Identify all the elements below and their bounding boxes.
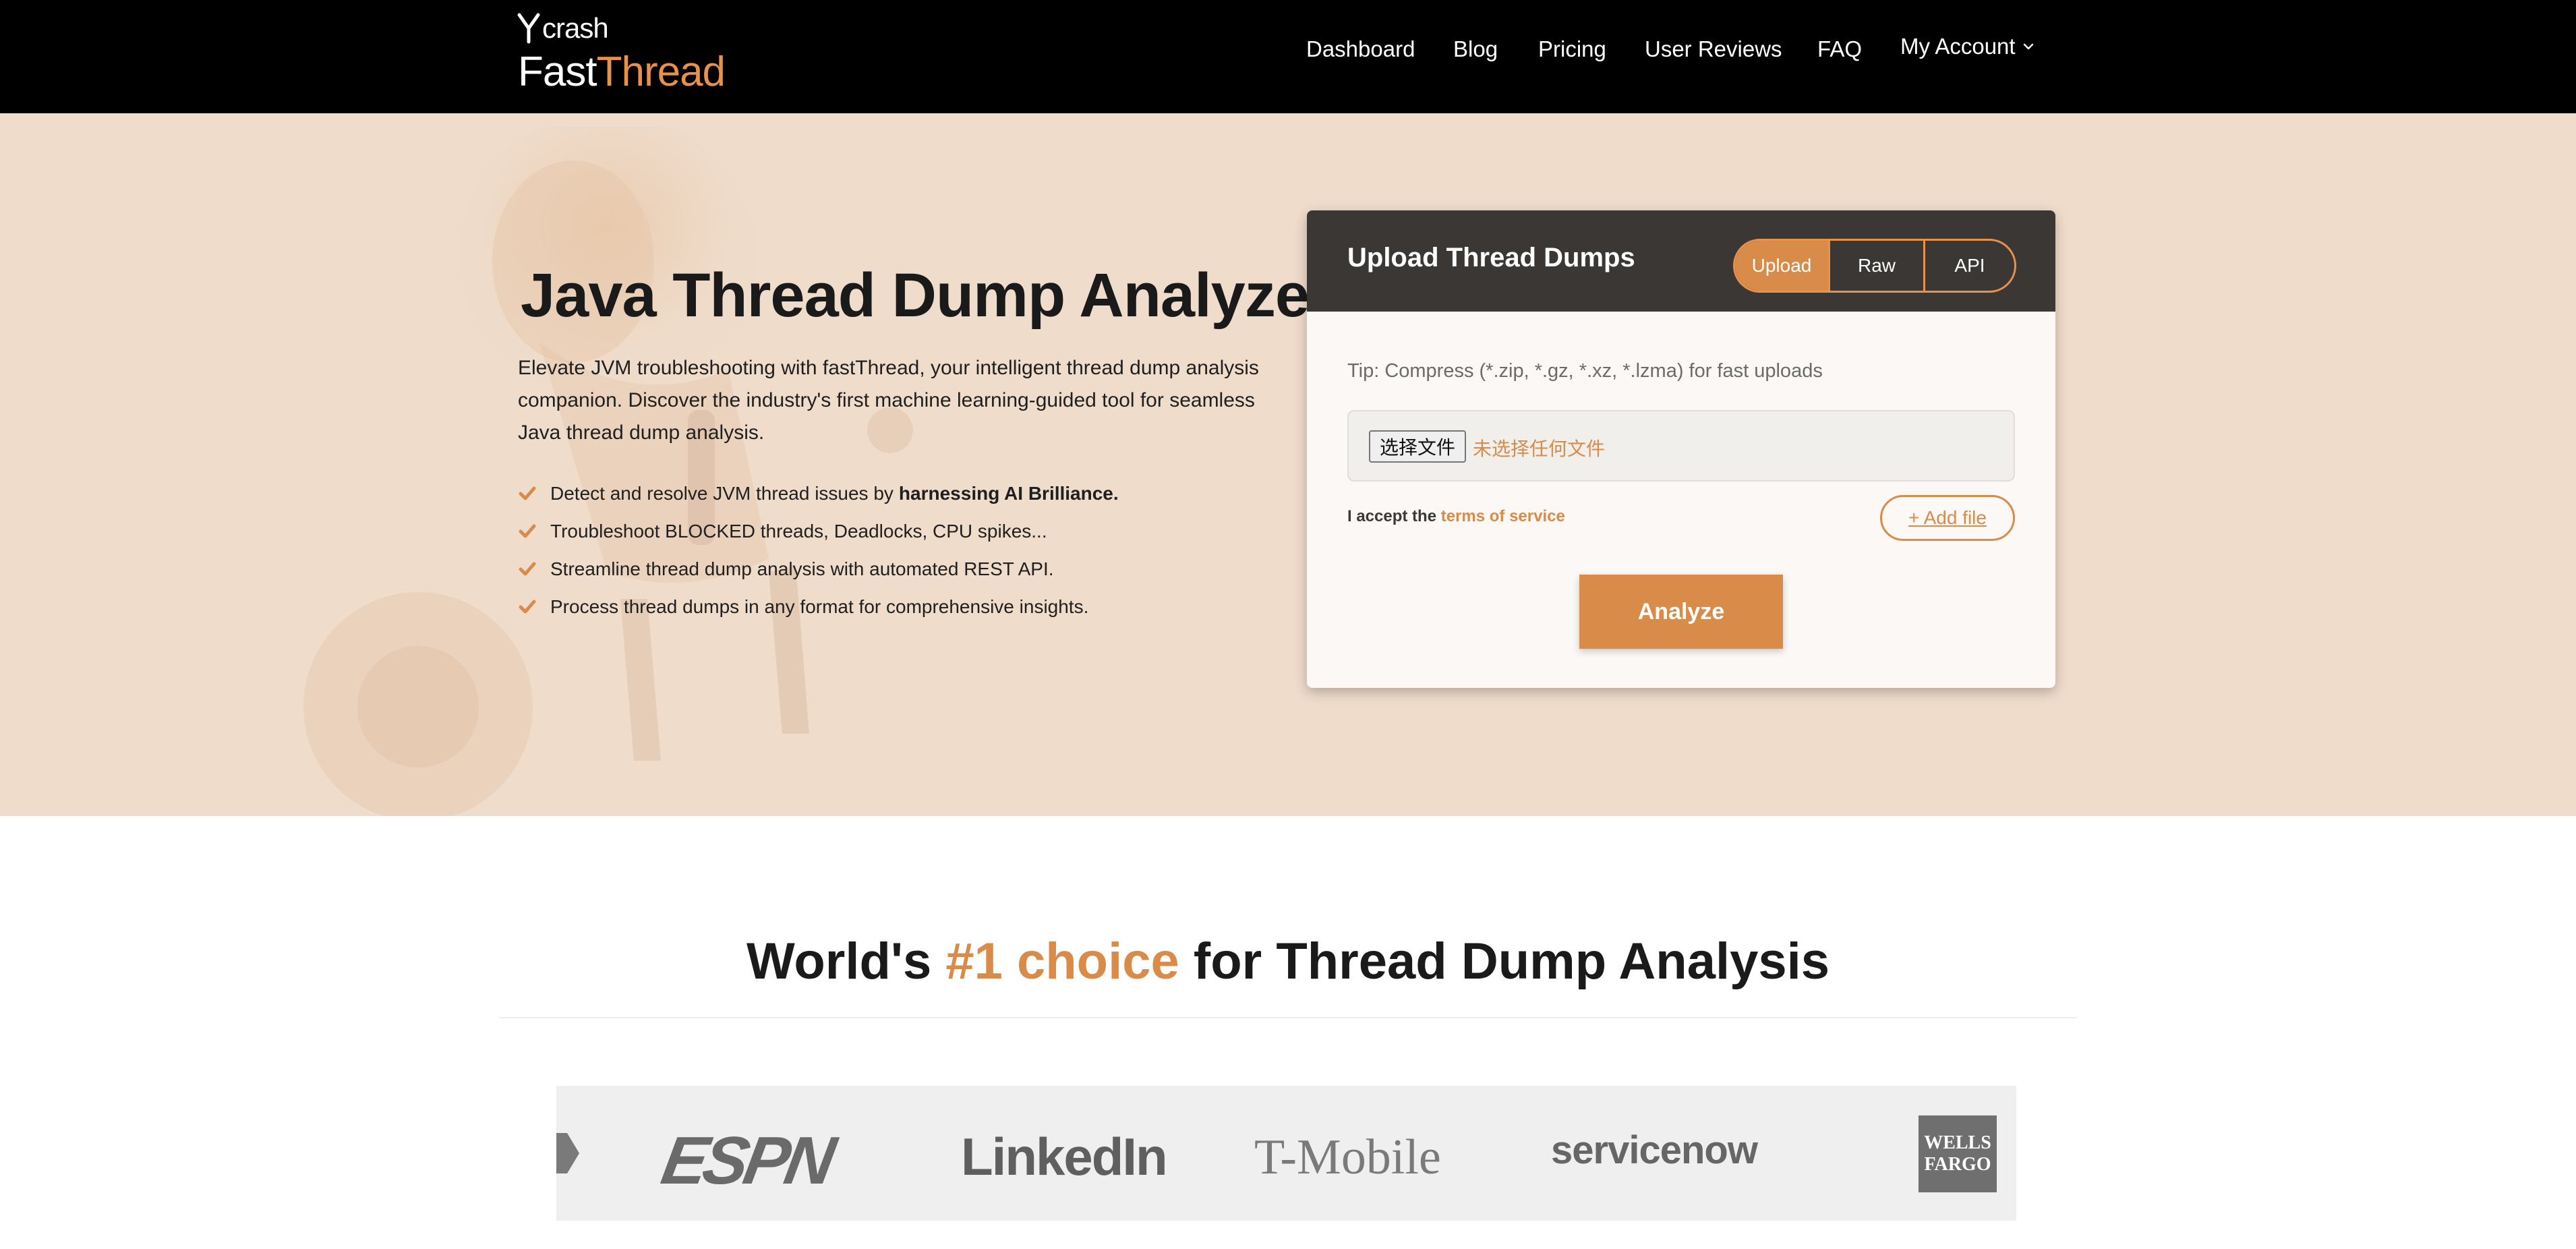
my-account-label: My Account <box>1900 34 2016 59</box>
nav-user-reviews[interactable]: User Reviews <box>1645 32 1782 66</box>
no-file-chosen-text: 未选择任何文件 <box>1473 438 1606 460</box>
hero-section: Java Thread Dump Analyzer Elevate JVM tr… <box>0 113 2576 816</box>
customer-logo-carousel: ESPN LinkedIn T-Mobile servicenow WELLS … <box>556 1086 2016 1221</box>
main-nav: Dashboard Blog Pricing User Reviews FAQ … <box>0 32 2576 66</box>
upload-card-header: Upload Thread Dumps Upload Raw API <box>1307 210 2055 312</box>
page-title: Java Thread Dump Analyzer <box>521 261 1333 330</box>
servicenow-logo: servicenow <box>1551 1128 1758 1172</box>
checkmark-icon <box>519 600 536 614</box>
feature-text: Troubleshoot BLOCKED threads, Deadlocks,… <box>550 521 1047 542</box>
partial-logo-mark <box>556 1133 579 1173</box>
nav-faq[interactable]: FAQ <box>1817 32 1862 66</box>
upload-card-title: Upload Thread Dumps <box>1347 243 1635 272</box>
feature-text: Streamline thread dump analysis with aut… <box>550 558 1054 579</box>
add-file-button[interactable]: + Add file <box>1880 495 2015 541</box>
checkmark-icon <box>519 486 536 500</box>
nav-pricing[interactable]: Pricing <box>1538 32 1606 66</box>
section-title-prefix: World's <box>746 933 932 990</box>
section-title-suffix: for Thread Dump Analysis <box>1193 933 1830 990</box>
linkedin-logo: LinkedIn <box>961 1127 1168 1186</box>
feature-text: Detect and resolve JVM thread issues by <box>550 483 894 504</box>
feature-text: Process thread dumps in any format for c… <box>550 596 1089 617</box>
t-mobile-logo: T-Mobile <box>1254 1130 1441 1185</box>
terms-prefix: I accept the <box>1347 507 1437 525</box>
tab-api[interactable]: API <box>1925 241 2014 291</box>
hero-description: Elevate JVM troubleshooting with fastThr… <box>518 357 1259 444</box>
chevron-down-icon <box>2023 43 2033 50</box>
top-navbar: crash FastThread Dashboard Blog Pricing … <box>0 0 2576 113</box>
feature-item: Troubleshoot BLOCKED threads, Deadlocks,… <box>518 513 1280 550</box>
feature-list: Detect and resolve JVM thread issues by … <box>518 475 1280 626</box>
feature-highlight: harnessing AI Brilliance. <box>898 483 1119 504</box>
upload-card: Upload Thread Dumps Upload Raw API Tip: … <box>1307 210 2055 688</box>
tab-raw[interactable]: Raw <box>1828 241 1925 291</box>
choose-file-button[interactable]: 选择文件 <box>1369 430 1466 463</box>
section-divider <box>499 1017 2077 1018</box>
wells-fargo-logo: WELLS FARGO <box>1919 1115 1997 1192</box>
terms-acceptance: I accept the terms of service <box>1347 507 1565 526</box>
terms-of-service-link[interactable]: terms of service <box>1441 507 1565 525</box>
checkmark-icon <box>519 562 536 576</box>
upload-tip: Tip: Compress (*.zip, *.gz, *.xz, *.lzma… <box>1347 360 1823 382</box>
upload-mode-tabs: Upload Raw API <box>1733 239 2016 293</box>
section-title: World's #1 choice for Thread Dump Analys… <box>0 932 2576 991</box>
feature-item: Streamline thread dump analysis with aut… <box>518 550 1280 588</box>
feature-item: Process thread dumps in any format for c… <box>518 588 1280 626</box>
partial-logo <box>556 1128 586 1179</box>
tab-upload[interactable]: Upload <box>1735 241 1828 291</box>
file-input-box[interactable]: 选择文件 未选择任何文件 <box>1347 410 2015 482</box>
nav-dashboard[interactable]: Dashboard <box>1306 32 1415 66</box>
espn-logo: ESPN <box>656 1123 838 1198</box>
nav-blog[interactable]: Blog <box>1453 32 1498 66</box>
nav-my-account[interactable]: My Account <box>1900 30 2036 63</box>
section-title-accent: #1 choice <box>945 933 1179 990</box>
analyze-button[interactable]: Analyze <box>1579 575 1783 649</box>
robot-background-illustration <box>303 127 913 816</box>
feature-item: Detect and resolve JVM thread issues by … <box>518 475 1280 513</box>
checkmark-icon <box>519 524 536 538</box>
